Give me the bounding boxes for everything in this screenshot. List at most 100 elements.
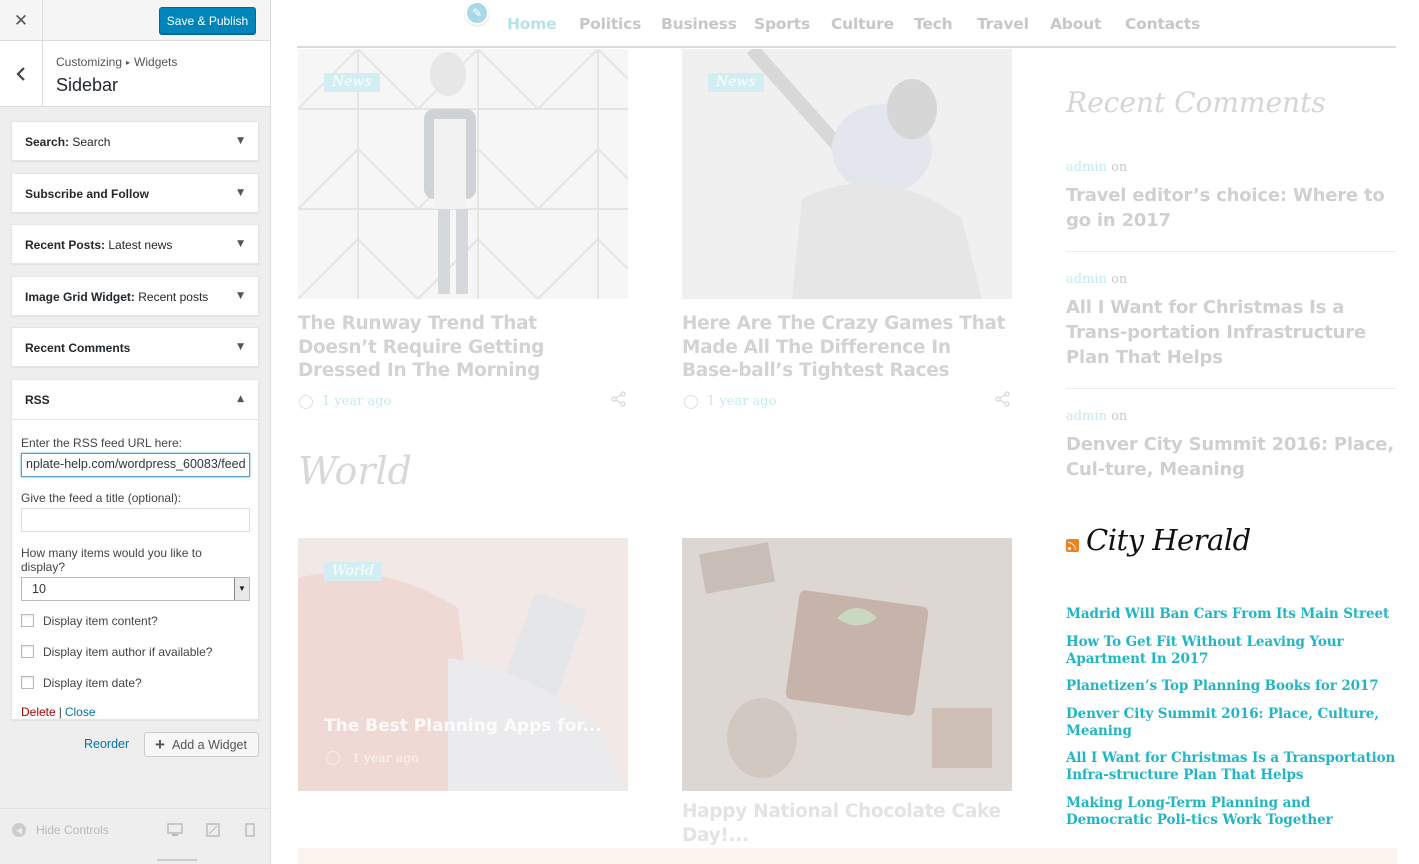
nav-sports[interactable]: Sports [754,15,810,33]
nav-about[interactable]: About [1050,15,1101,33]
collapse-arrow-icon[interactable]: ▲ [237,394,244,404]
post-date: 1 year ago [352,750,419,765]
expand-arrow-icon[interactable]: ▼ [237,239,244,249]
breadcrumb-parent: Customizing [56,55,123,69]
expand-arrow-icon[interactable]: ▼ [237,136,244,146]
nav-contacts[interactable]: Contacts [1125,15,1200,33]
edit-pencil-icon[interactable]: ✎ [465,1,489,25]
check-item-author[interactable]: Display item author if available? [21,645,249,659]
section-heading-world: World [298,449,412,493]
widget-name: RSS [25,392,50,407]
widget-subtitle: Search [69,135,111,149]
rss-url-input[interactable]: nplate-help.com/wordpress_60083/feed [21,452,250,477]
comment-meta: admin on [1066,272,1396,287]
rss-feed-item[interactable]: All I Want for Christmas Is a Transporta… [1066,750,1401,784]
post-title[interactable]: Here Are The Crazy Games That Made All T… [682,312,1007,383]
post-image-fashion[interactable]: News [298,49,628,299]
post-image-baseball[interactable]: News [682,49,1012,299]
post-title[interactable]: Happy National Chocolate Cake Day!... [682,800,1007,847]
widget-image-grid[interactable]: Image Grid Widget: Recent posts ▼ [11,275,259,316]
rss-feed-item[interactable]: Planetizen’s Top Planning Books for 2017 [1066,678,1401,695]
expand-arrow-icon[interactable]: ▼ [237,291,244,301]
widget-title: Recent Posts: Latest news [25,238,172,252]
rss-feed-item[interactable]: Denver City Summit 2016: Place, Culture,… [1066,706,1401,740]
nav-tech[interactable]: Tech [914,15,953,33]
rss-feed-item[interactable]: How To Get Fit Without Leaving Your Apar… [1066,634,1401,668]
close-icon[interactable]: ✕ [0,0,43,41]
widget-title: Subscribe and Follow [25,187,149,201]
plus-icon: + [155,734,165,754]
close-link[interactable]: Close [65,705,96,719]
comment-on: on [1106,409,1128,424]
nav-politics[interactable]: Politics [579,15,641,33]
widget-recent-comments[interactable]: Recent Comments ▼ [11,327,259,367]
widget-title: RSS [25,393,50,407]
rss-feed-item[interactable]: Making Long-Term Planning and Democratic… [1066,795,1401,829]
post-date: 1 year ago [707,394,777,409]
dropdown-arrow-icon[interactable]: ▼ [234,577,249,600]
widget-subscribe-follow[interactable]: Subscribe and Follow ▼ [11,172,259,213]
widget-rss-form: Enter the RSS feed URL here: nplate-help… [12,420,258,719]
expand-arrow-icon[interactable]: ▼ [237,342,244,352]
nav-travel[interactable]: Travel [977,15,1029,33]
comment-post-link[interactable]: All I Want for Christmas Is a Trans-port… [1066,295,1396,370]
tablet-icon[interactable] [206,823,222,837]
nav-culture[interactable]: Culture [831,15,894,33]
nav-business[interactable]: Business [661,15,737,33]
nav-home[interactable]: Home [507,15,557,33]
section-title-row: Customizing ▸ Widgets Sidebar [0,41,270,107]
collapse-circle-icon: ◀ [12,823,26,837]
save-publish-button[interactable]: Save & Publish [159,7,256,34]
post-meta: 1 year ago [299,394,391,409]
expand-arrow-icon[interactable]: ▼ [237,188,244,198]
nav-divider [297,46,1396,48]
hide-controls-button[interactable]: ◀ Hide Controls [12,823,109,837]
post-image-chocolate-cake[interactable] [682,538,1012,791]
comment-item: admin on Travel editor’s choice: Where t… [1066,160,1396,252]
rss-feed-list: Madrid Will Ban Cars From Its Main Stree… [1066,606,1401,839]
widget-rss-header[interactable]: RSS ▲ [12,380,258,420]
rss-feed-title[interactable]: City Herald [1086,523,1251,557]
comment-author-link[interactable]: admin [1066,409,1107,424]
comment-author-link[interactable]: admin [1066,160,1107,175]
back-arrow-icon[interactable] [0,41,43,106]
category-tag[interactable]: News [708,73,764,92]
comment-meta: admin on [1066,409,1396,424]
delete-link[interactable]: Delete [21,705,56,719]
mobile-icon[interactable] [245,823,261,837]
customizer-panel: ✕ Save & Publish Customizing ▸ Widgets Sid… [0,0,271,864]
widget-actions: Delete | Close [21,705,249,719]
rss-icon[interactable] [1066,538,1079,552]
widget-search[interactable]: Search: Search ▼ [11,121,259,161]
add-widget-label: Add a Widget [171,737,247,752]
post-title[interactable]: The Runway Trend That Doesn’t Require Ge… [298,312,618,383]
widget-recent-posts[interactable]: Recent Posts: Latest news ▼ [11,224,259,264]
checkbox[interactable] [21,614,34,627]
checkbox[interactable] [21,676,34,689]
widget-title: Image Grid Widget: Recent posts [25,290,208,304]
rss-widget-title: City Herald [1066,523,1251,557]
add-widget-button[interactable]: + Add a Widget [144,732,259,757]
rss-title-input[interactable] [21,507,250,532]
checkbox[interactable] [21,645,34,658]
rss-items-select[interactable]: 10 ▼ [21,576,250,601]
widget-name: Recent Posts: [25,238,106,252]
check-item-date[interactable]: Display item date? [21,676,249,690]
check-item-content[interactable]: Display item content? [21,614,249,628]
post-title[interactable]: The Best Planning Apps for... [324,716,602,736]
rss-feed-item[interactable]: Madrid Will Ban Cars From Its Main Stree… [1066,606,1401,623]
share-icon[interactable] [611,391,627,411]
comment-post-link[interactable]: Travel editor’s choice: Where to go in 2… [1066,183,1396,233]
device-active-indicator [157,859,197,861]
reorder-link[interactable]: Reorder [84,737,129,751]
desktop-icon[interactable] [167,823,183,837]
category-tag[interactable]: News [324,73,380,92]
widget-list: Search: Search ▼ Subscribe and Follow ▼ … [11,121,259,731]
category-tag[interactable]: World [324,562,382,581]
widget-footer-actions: Reorder + Add a Widget [84,732,260,757]
comment-item: admin on All I Want for Christmas Is a T… [1066,272,1396,389]
comment-author-link[interactable]: admin [1066,272,1107,287]
comment-post-link[interactable]: Denver City Summit 2016: Place, Cul-ture… [1066,432,1396,482]
share-icon[interactable] [995,391,1011,411]
post-image-planning-apps[interactable]: World The Best Planning Apps for... 1 ye… [298,538,628,791]
